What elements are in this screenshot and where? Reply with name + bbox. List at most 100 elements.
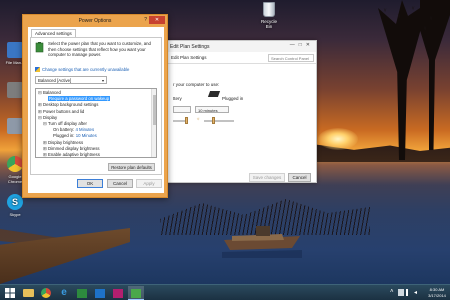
plug-icon: [207, 91, 221, 97]
plugged-in-display-select[interactable]: 10 minutes: [195, 106, 229, 113]
skype-icon: S: [7, 194, 23, 210]
restore-plan-defaults-button[interactable]: Restore plan defaults: [108, 163, 155, 171]
apply-button[interactable]: Apply: [136, 179, 162, 188]
taskbar-file-explorer[interactable]: [20, 286, 36, 300]
ie-icon: e: [61, 287, 67, 298]
tree-item-label: Enable adaptive brightness: [48, 152, 100, 157]
chevron-down-icon: ▾: [101, 78, 104, 83]
power-plan-icon: [35, 42, 44, 53]
tree-item[interactable]: ⊞Enable adaptive brightness: [36, 152, 100, 157]
save-changes-button[interactable]: Save changes: [249, 173, 285, 182]
tree-item-label: Require a password on wakeup: [48, 96, 111, 102]
wallpaper-tree: [420, 0, 450, 150]
system-tray: ˄ ◂ 8:30 AM 3/17/2014: [388, 286, 448, 300]
tree-item[interactable]: Require a password on wakeup: [36, 96, 111, 102]
network-icon[interactable]: [406, 289, 412, 296]
tree-item-label: Display: [43, 114, 58, 120]
wallpaper-sun: [318, 128, 358, 150]
tree-item-label: Plugged in:: [53, 133, 75, 139]
tree-item[interactable]: Plugged in: 10 Minutes: [36, 133, 97, 139]
media-icon: [113, 289, 123, 298]
battery-display-select[interactable]: [173, 106, 191, 113]
wallpaper-bird: ᵛ: [430, 16, 433, 23]
control-panel-icon: [131, 289, 141, 298]
start-button[interactable]: [2, 286, 18, 300]
plugged-in-brightness-thumb[interactable]: [212, 117, 215, 124]
wallpaper-bird: ᵛ: [384, 8, 387, 15]
chrome-icon: [7, 156, 23, 172]
app-icon: [95, 289, 105, 298]
close-button[interactable]: ✕: [149, 16, 165, 24]
taskbar-chrome[interactable]: [38, 286, 54, 300]
volume-icon[interactable]: ◂: [414, 289, 420, 296]
tree-item-label: On battery:: [53, 127, 75, 133]
taskbar-store[interactable]: [74, 286, 90, 300]
breadcrumb[interactable]: Edit Plan Settings: [171, 55, 207, 60]
chevron-up-icon[interactable]: ˄: [390, 289, 396, 296]
chrome-icon: [41, 288, 51, 298]
address-bar: Edit Plan Settings Search Control Panel: [151, 52, 316, 64]
folder-icon: [22, 289, 34, 297]
computer-icon: [7, 118, 23, 134]
tree-item-label: Desktop background settings: [43, 102, 99, 108]
sun-icon: ☼: [196, 116, 201, 121]
window-controls[interactable]: —□✕: [290, 42, 314, 48]
taskbar-control-panel[interactable]: [128, 286, 144, 300]
wallpaper-boat: [222, 226, 302, 258]
edit-plan-settings-window[interactable]: Edit Plan Settings —□✕ Edit Plan Setting…: [150, 40, 317, 183]
tree-item-label: Dimmed display brightness: [48, 145, 100, 151]
wallpaper-bird: ᵛ: [424, 26, 427, 33]
dialog-titlebar[interactable]: Power Options ? ✕: [23, 15, 167, 26]
search-input[interactable]: Search Control Panel: [268, 54, 314, 62]
wallpaper-bird: ᵛ: [398, 14, 401, 21]
battery-column-label: ttery: [173, 96, 182, 101]
tree-item-label: Power buttons and lid: [43, 108, 85, 114]
plan-description: r your computer to use:: [173, 82, 220, 87]
clock-date: 3/17/2014: [428, 292, 446, 298]
tree-scrollbar[interactable]: [151, 89, 156, 157]
dialog-body: Advanced settings Select the power plan …: [28, 27, 164, 193]
tree-item[interactable]: ⊞Dimmed display brightness: [36, 146, 100, 152]
tree-item-value[interactable]: 10 Minutes: [76, 133, 97, 138]
plugged-in-column-label: Plugged in: [222, 96, 244, 101]
store-icon: [77, 289, 87, 298]
windows-logo-icon: [5, 288, 15, 298]
folder-icon: [7, 42, 23, 58]
desktop-icon-recycle-bin[interactable]: Recycle Bin: [258, 2, 280, 29]
battery-brightness-thumb[interactable]: [185, 117, 188, 124]
battery-icon[interactable]: [398, 289, 404, 296]
shield-icon: [35, 67, 40, 73]
intro-text: Select the power plan that you want to c…: [48, 41, 151, 57]
tree-item-label: Balanced: [43, 90, 61, 95]
power-plan-select[interactable]: Balanced [Active] ▾: [35, 76, 107, 84]
settings-tree[interactable]: ⊟Balanced Require a password on wakeup ⊞De…: [35, 88, 157, 158]
tree-item-value[interactable]: 4 Minutes: [75, 127, 94, 132]
power-options-dialog[interactable]: Power Options ? ✕ Advanced settings Sele…: [22, 14, 168, 198]
change-settings-link[interactable]: Change settings that are currently unava…: [35, 67, 129, 73]
taskbar: e ˄ ◂ 8:30 AM 3/17/2014: [0, 284, 450, 300]
tree-item[interactable]: ⊞Display brightness: [36, 140, 83, 146]
tree-item[interactable]: ⊞Power buttons and lid: [36, 109, 84, 115]
cancel-button[interactable]: Cancel: [107, 179, 133, 188]
help-button[interactable]: ?: [144, 17, 147, 23]
taskbar-internet-explorer[interactable]: e: [56, 286, 72, 300]
ok-button[interactable]: OK: [77, 179, 103, 188]
wallpaper-bird: ᵛ: [412, 6, 415, 13]
tree-item[interactable]: ⊟Display: [36, 115, 57, 121]
taskbar-media[interactable]: [110, 286, 126, 300]
recycle-bin-icon: [263, 2, 275, 17]
tab-strip: Advanced settings: [28, 27, 164, 37]
tree-item[interactable]: On battery: 4 Minutes: [36, 127, 94, 133]
tree-item[interactable]: ⊞Desktop background settings: [36, 102, 98, 108]
plugged-in-brightness-slider[interactable]: [204, 120, 234, 122]
cancel-button[interactable]: Cancel: [288, 173, 311, 182]
app-icon: [7, 82, 23, 98]
tree-item[interactable]: ⊟Turn off display after: [36, 121, 87, 127]
tree-item-label: Display brightness: [48, 139, 84, 145]
tree-item[interactable]: ⊟Balanced: [36, 90, 61, 96]
taskbar-app[interactable]: [92, 286, 108, 300]
scrollbar-thumb[interactable]: [153, 95, 156, 125]
clock[interactable]: 8:30 AM 3/17/2014: [426, 287, 448, 298]
tab-advanced-settings[interactable]: Advanced settings: [31, 29, 76, 37]
advanced-settings-panel: Select the power plan that you want to c…: [30, 37, 162, 175]
